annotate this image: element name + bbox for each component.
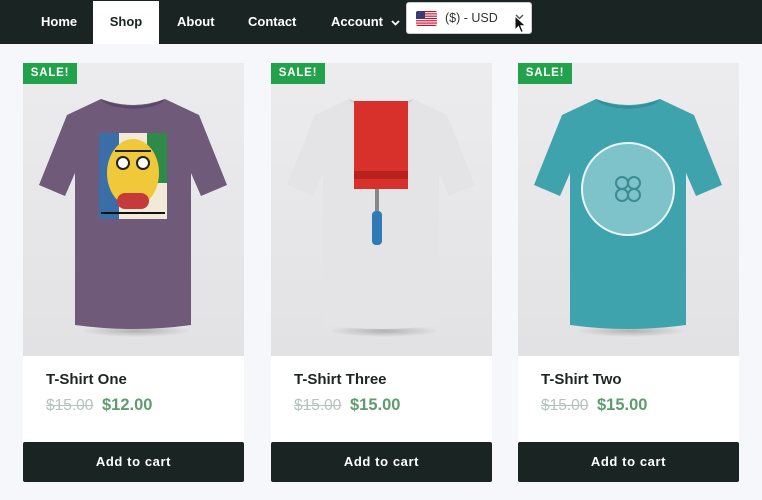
- tshirt-image: [287, 99, 475, 329]
- product-info: T-Shirt One $15.00 $12.00: [23, 356, 244, 442]
- product-image[interactable]: [23, 63, 244, 356]
- add-to-cart-button[interactable]: Add to cart: [23, 442, 244, 482]
- sale-price: $12.00: [102, 396, 153, 414]
- currency-label: ($) - USD: [445, 11, 498, 25]
- nav-contact[interactable]: Contact: [248, 0, 296, 44]
- sale-badge: SALE!: [23, 63, 77, 84]
- tshirt-image: [39, 99, 227, 329]
- original-price: $15.00: [294, 397, 342, 414]
- product-card[interactable]: SALE! T-Shirt Two $15.00 $15.00 Add to c…: [518, 63, 739, 482]
- product-card[interactable]: SALE! T-Shirt Three $15.00 $15.00 Add to…: [271, 63, 492, 482]
- mouse-cursor-icon: [514, 15, 527, 34]
- nav-shop[interactable]: Shop: [93, 1, 159, 44]
- original-price: $15.00: [46, 397, 94, 414]
- product-image[interactable]: [518, 63, 739, 356]
- nav-home[interactable]: Home: [41, 0, 77, 44]
- product-image[interactable]: [271, 63, 492, 356]
- nav-account[interactable]: Account: [331, 0, 400, 44]
- chevron-down-icon: [390, 19, 400, 26]
- product-title[interactable]: T-Shirt Two: [541, 371, 622, 388]
- sale-badge: SALE!: [271, 63, 325, 84]
- tshirt-image: [534, 99, 722, 329]
- original-price: $15.00: [541, 397, 589, 414]
- product-title[interactable]: T-Shirt One: [46, 371, 127, 388]
- product-info: T-Shirt Two $15.00 $15.00: [518, 356, 739, 442]
- sale-price: $15.00: [350, 396, 401, 414]
- product-card[interactable]: SALE! T-Shirt One $15.00 $12.00 Add to c…: [23, 63, 244, 482]
- sale-price: $15.00: [597, 396, 648, 414]
- add-to-cart-button[interactable]: Add to cart: [271, 442, 492, 482]
- add-to-cart-button[interactable]: Add to cart: [518, 442, 739, 482]
- nav-account-label: Account: [331, 14, 383, 29]
- product-title[interactable]: T-Shirt Three: [294, 371, 387, 388]
- product-info: T-Shirt Three $15.00 $15.00: [271, 356, 492, 442]
- top-nav: Home Shop About Contact Account ($) - US…: [0, 0, 762, 44]
- sale-badge: SALE!: [518, 63, 572, 84]
- nav-about[interactable]: About: [177, 0, 215, 44]
- us-flag-icon: [416, 11, 437, 26]
